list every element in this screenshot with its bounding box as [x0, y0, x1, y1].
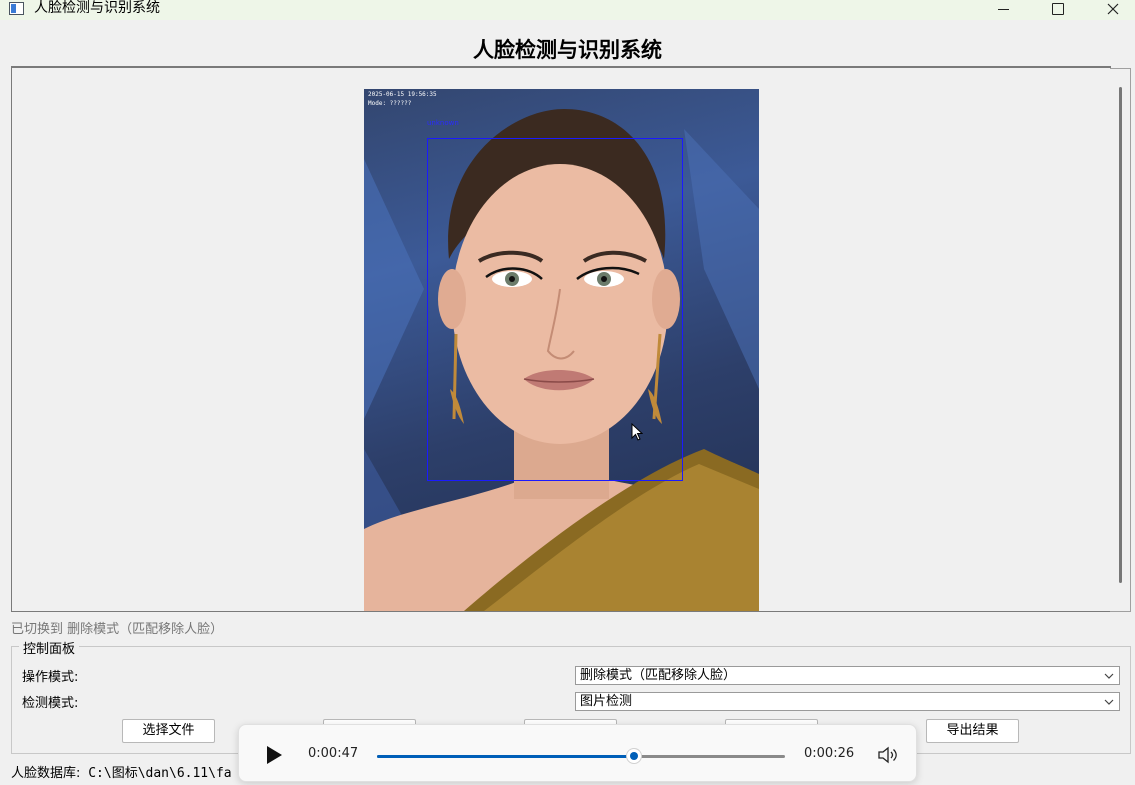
play-icon[interactable] — [265, 745, 283, 765]
media-player: 0:00:47 0:00:26 — [238, 724, 917, 782]
mouse-cursor-icon — [631, 423, 643, 441]
detection-mode-value: 图片检测 — [580, 694, 633, 709]
export-results-button[interactable]: 导出结果 — [926, 719, 1019, 743]
maximize-icon — [1052, 3, 1064, 15]
select-file-button[interactable]: 选择文件 — [122, 719, 215, 743]
chevron-down-icon — [1104, 699, 1114, 705]
remaining-time: 0:00:26 — [804, 746, 855, 761]
operation-mode-label: 操作模式: — [22, 670, 79, 685]
vertical-scrollbar[interactable] — [1110, 68, 1131, 612]
face-label: unknown — [427, 119, 459, 127]
title-bar: 人脸检测与识别系统 — [0, 0, 1135, 20]
seek-bar-fill — [377, 755, 635, 758]
detection-mode-select[interactable]: 图片检测 — [575, 692, 1120, 711]
database-path: 人脸数据库: C:\图标\dan\6.11\fa — [11, 762, 232, 781]
detection-mode-label: 检测模式: — [22, 696, 79, 711]
image-mode-text: Mode: ?????? — [368, 100, 412, 107]
database-label: 人脸数据库: — [11, 766, 81, 781]
database-path-value: C:\图标\dan\6.11\fa — [80, 766, 232, 781]
close-icon — [1107, 3, 1119, 15]
minimize-icon — [997, 8, 1009, 10]
elapsed-time: 0:00:47 — [308, 746, 359, 761]
page-title: 人脸检测与识别系统 — [473, 37, 662, 62]
minimize-button[interactable] — [980, 0, 1026, 18]
control-panel-title: 控制面板 — [19, 638, 80, 657]
app-icon — [9, 2, 24, 15]
face-bounding-box — [427, 138, 683, 481]
operation-mode-select[interactable]: 删除模式（匹配移除人脸） — [575, 666, 1120, 685]
volume-icon[interactable] — [877, 745, 899, 765]
close-button[interactable] — [1090, 0, 1135, 18]
window-title: 人脸检测与识别系统 — [34, 0, 160, 16]
detection-image: 2025-06-15 19:56:35 Mode: ?????? unknown — [364, 89, 759, 611]
chevron-down-icon — [1104, 673, 1114, 679]
operation-mode-value: 删除模式（匹配移除人脸） — [580, 668, 737, 683]
maximize-button[interactable] — [1035, 0, 1081, 18]
seek-thumb[interactable] — [627, 749, 642, 763]
seek-bar[interactable] — [377, 749, 785, 763]
image-timestamp: 2025-06-15 19:56:35 — [368, 91, 437, 98]
scrollbar-thumb[interactable] — [1119, 87, 1122, 583]
status-message: 已切换到 删除模式（匹配移除人脸） — [11, 622, 224, 637]
